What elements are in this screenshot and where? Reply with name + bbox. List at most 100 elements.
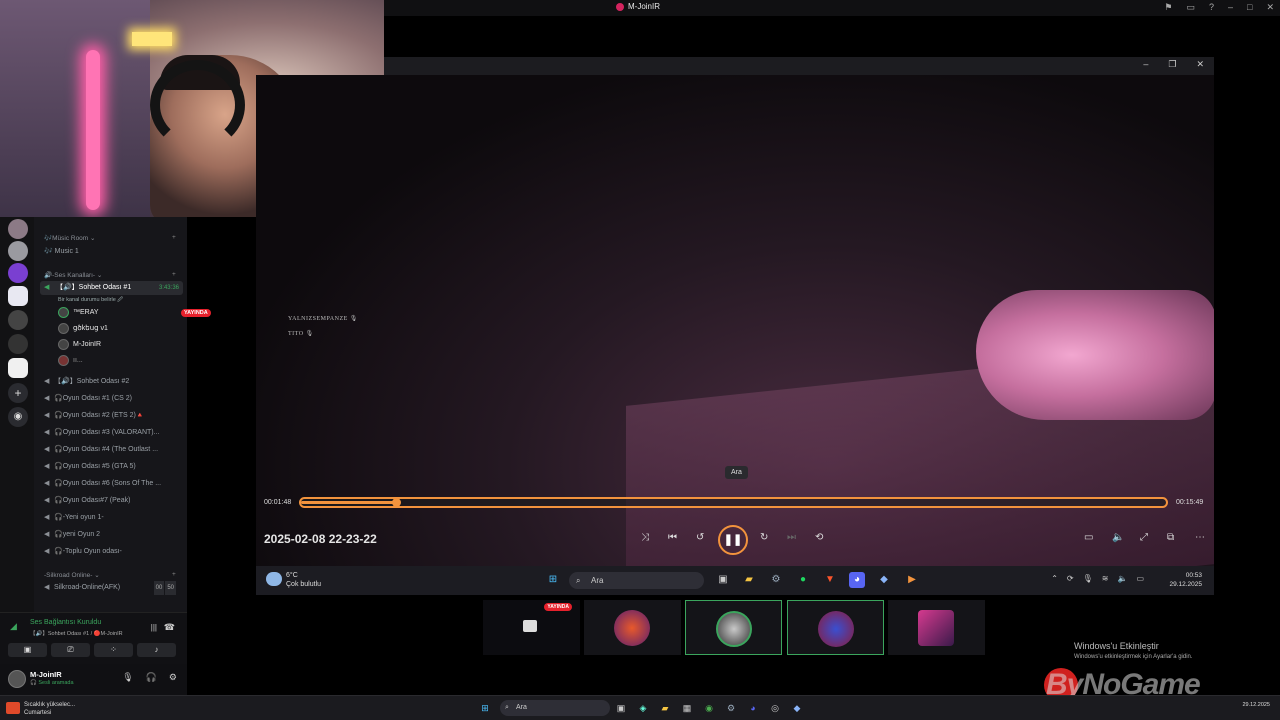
minimize-button[interactable]: – [1228, 2, 1233, 13]
taskbar-search[interactable]: ⌕ Ara [500, 700, 610, 716]
sync-icon[interactable]: ⟳ [1067, 574, 1074, 583]
participant-thumbnail[interactable] [787, 600, 884, 655]
voice-channel[interactable]: ◀ 🎧Oyun Odası#7 (Peak) [44, 494, 184, 508]
close-button[interactable]: ✕ [1266, 2, 1274, 13]
microphone-icon[interactable]: 🎙 [122, 672, 133, 683]
voice-status[interactable]: Ses Bağlantısı Kuruldu [30, 619, 101, 626]
chrome-icon[interactable]: ◉ [702, 701, 716, 715]
store-icon[interactable]: ▦ [680, 701, 694, 715]
chevron-up-icon[interactable]: ⌃ [1051, 574, 1058, 583]
gear-icon[interactable]: ⚙ [169, 672, 177, 683]
rewind-icon[interactable]: ↺ [696, 532, 704, 543]
server-icon[interactable] [8, 310, 28, 330]
voice-channel[interactable]: ◀ 🎧Oyun Odası #2 (ETS 2)🔺 [44, 409, 184, 423]
server-icon-selected[interactable] [8, 286, 28, 306]
voice-channel[interactable]: ◀ 🎧-Toplu Oyun odası- [44, 545, 184, 559]
channel-active[interactable]: ◀ 【🔊】Sohbet Odası #1 3:43:36 [40, 281, 183, 295]
settings-icon[interactable]: ⚙ [768, 572, 784, 588]
restore-button[interactable]: ❐ [1168, 59, 1176, 70]
voice-user[interactable]: ™ERAY [58, 306, 99, 320]
battery-icon[interactable]: ▭ [1136, 574, 1144, 583]
weather-widget[interactable]: Sıcaklık yükselec... Cumartesi [24, 701, 75, 717]
participant-thumbnail[interactable] [888, 600, 985, 655]
taskbar-search[interactable]: ⌕ Ara [569, 572, 704, 589]
discover-icon[interactable]: ◉ [8, 407, 28, 427]
weather-widget[interactable]: 6°C Çok bulutlu [286, 571, 321, 589]
folder-icon[interactable]: ▰ [658, 701, 672, 715]
volume-icon[interactable]: 🔈 [1117, 574, 1127, 583]
video-frame[interactable]: YALNIZSEMPANZE 🎙 TITO 🎙 Ara [256, 75, 1214, 595]
windows-start-icon[interactable]: ⊞ [478, 701, 492, 715]
maximize-button[interactable]: □ [1247, 2, 1252, 13]
voice-channel[interactable]: ◀ 【🔊】Sohbet Odası #2 [44, 375, 184, 389]
participant-thumbnail[interactable] [685, 600, 782, 655]
windows-start-icon[interactable]: ⊞ [545, 572, 561, 588]
add-channel-icon[interactable]: + [172, 571, 176, 578]
shuffle-icon[interactable]: ⤨ [641, 532, 649, 543]
wifi-icon[interactable]: ≋ [1102, 574, 1109, 583]
flag-icon[interactable]: ⚑ [1164, 2, 1172, 13]
seek-bar[interactable] [299, 497, 1168, 508]
copilot-icon[interactable]: ◈ [636, 701, 650, 715]
steam-icon[interactable]: ◆ [790, 701, 804, 715]
folder-icon[interactable]: ▰ [741, 572, 757, 588]
noise-suppression-icon[interactable]: ||| [151, 623, 157, 632]
microphone-icon[interactable]: 🎙 [1083, 574, 1093, 583]
obs-icon[interactable]: ◎ [768, 701, 782, 715]
clock[interactable]: 29.12.2025 [1242, 701, 1270, 709]
voice-user[interactable]: ցծkեսց ν1 [58, 322, 108, 336]
media-player-icon[interactable]: ▶ [904, 572, 920, 588]
previous-icon[interactable]: ⏮ [668, 532, 677, 543]
voice-channel[interactable]: ◀ 🎧-Yeni oyun 1- [44, 511, 184, 525]
channel-status[interactable]: Bir kanal durumu belirle 🖉 [58, 296, 123, 305]
server-icon[interactable] [8, 334, 28, 354]
discord-icon[interactable]: ◕ [849, 572, 865, 588]
add-server-icon[interactable]: + [8, 383, 28, 403]
steam-icon[interactable]: ◆ [876, 572, 892, 588]
stream-thumbnail[interactable]: YAYINDA [483, 600, 580, 655]
voice-channel[interactable]: ◀ 🎧Oyun Odası #1 (CS 2) [44, 392, 184, 406]
fullscreen-icon[interactable]: ⤢ [1140, 532, 1148, 543]
voice-user[interactable]: M-JoinIR [58, 338, 101, 352]
voice-channel-silkroad[interactable]: ◀ Silkroad-Online(AFK) 00 50 [44, 581, 184, 595]
minimize-button[interactable]: – [1143, 59, 1148, 70]
voice-channel[interactable]: ◀ 🎧Oyun Odası #4 (The Outlast ... [44, 443, 184, 457]
miniplayer-icon[interactable]: ⧉ [1167, 532, 1174, 543]
forward-icon[interactable]: ↻ [760, 532, 768, 543]
add-channel-icon[interactable]: + [172, 271, 176, 278]
settings-icon[interactable]: ⚙ [724, 701, 738, 715]
more-icon[interactable]: ⋯ [1195, 532, 1205, 543]
screen-share-button[interactable]: ⎚ [51, 643, 90, 657]
repeat-off-icon[interactable]: ⟲ [815, 532, 823, 543]
disconnect-icon[interactable]: ☎ [164, 622, 175, 633]
voice-channel-detail[interactable]: 【🔊】Sohbet Odası #1 / 🔴M-JoinIR [30, 629, 123, 637]
task-view-icon[interactable]: ▣ [614, 701, 628, 715]
voice-channel[interactable]: ◀ 🎧Oyun Odası #3 (VALORANT)... [44, 426, 184, 440]
seek-thumb[interactable] [392, 498, 402, 507]
task-view-icon[interactable]: ▣ [715, 572, 731, 588]
add-channel-icon[interactable]: + [172, 234, 176, 241]
headphones-icon[interactable]: 🎧 [146, 672, 157, 683]
pause-button[interactable]: ❚❚ [718, 525, 748, 555]
voice-channel[interactable]: ◀ 🎧Oyun Odası #5 (GTA 5) [44, 460, 184, 474]
next-icon[interactable]: ⏭ [787, 532, 796, 543]
clock[interactable]: 00:53 29.12.2025 [1169, 571, 1202, 589]
voice-channel[interactable]: ◀ 🎧Oyun Odası #6 (Sons Of The ... [44, 477, 184, 491]
category-silkroad[interactable]: -Silkroad Online- ⌄ + [44, 571, 176, 579]
brave-icon[interactable]: ▼ [822, 572, 838, 588]
close-button[interactable]: ✕ [1196, 59, 1204, 70]
soundboard-button[interactable]: ♪ [137, 643, 176, 657]
server-icon[interactable] [8, 358, 28, 378]
spotify-icon[interactable]: ● [795, 572, 811, 588]
subtitles-icon[interactable]: ▭ [1084, 532, 1093, 543]
category-voice[interactable]: 🔊-Ses Kanalları- ⌄ + [44, 271, 176, 279]
channel-music-1[interactable]: 🎶 Music 1 [44, 245, 184, 259]
avatar[interactable] [8, 670, 26, 688]
discord-icon[interactable]: ◕ [746, 701, 760, 715]
voice-channel[interactable]: ◀ 🎧yeni Oyun 2 [44, 528, 184, 542]
camera-toggle-button[interactable]: ▣ [8, 643, 47, 657]
activities-button[interactable]: ⁘ [94, 643, 133, 657]
server-icon[interactable] [8, 263, 28, 283]
voice-user[interactable]: ıı... [58, 354, 83, 368]
inbox-icon[interactable]: ▭ [1186, 2, 1195, 13]
